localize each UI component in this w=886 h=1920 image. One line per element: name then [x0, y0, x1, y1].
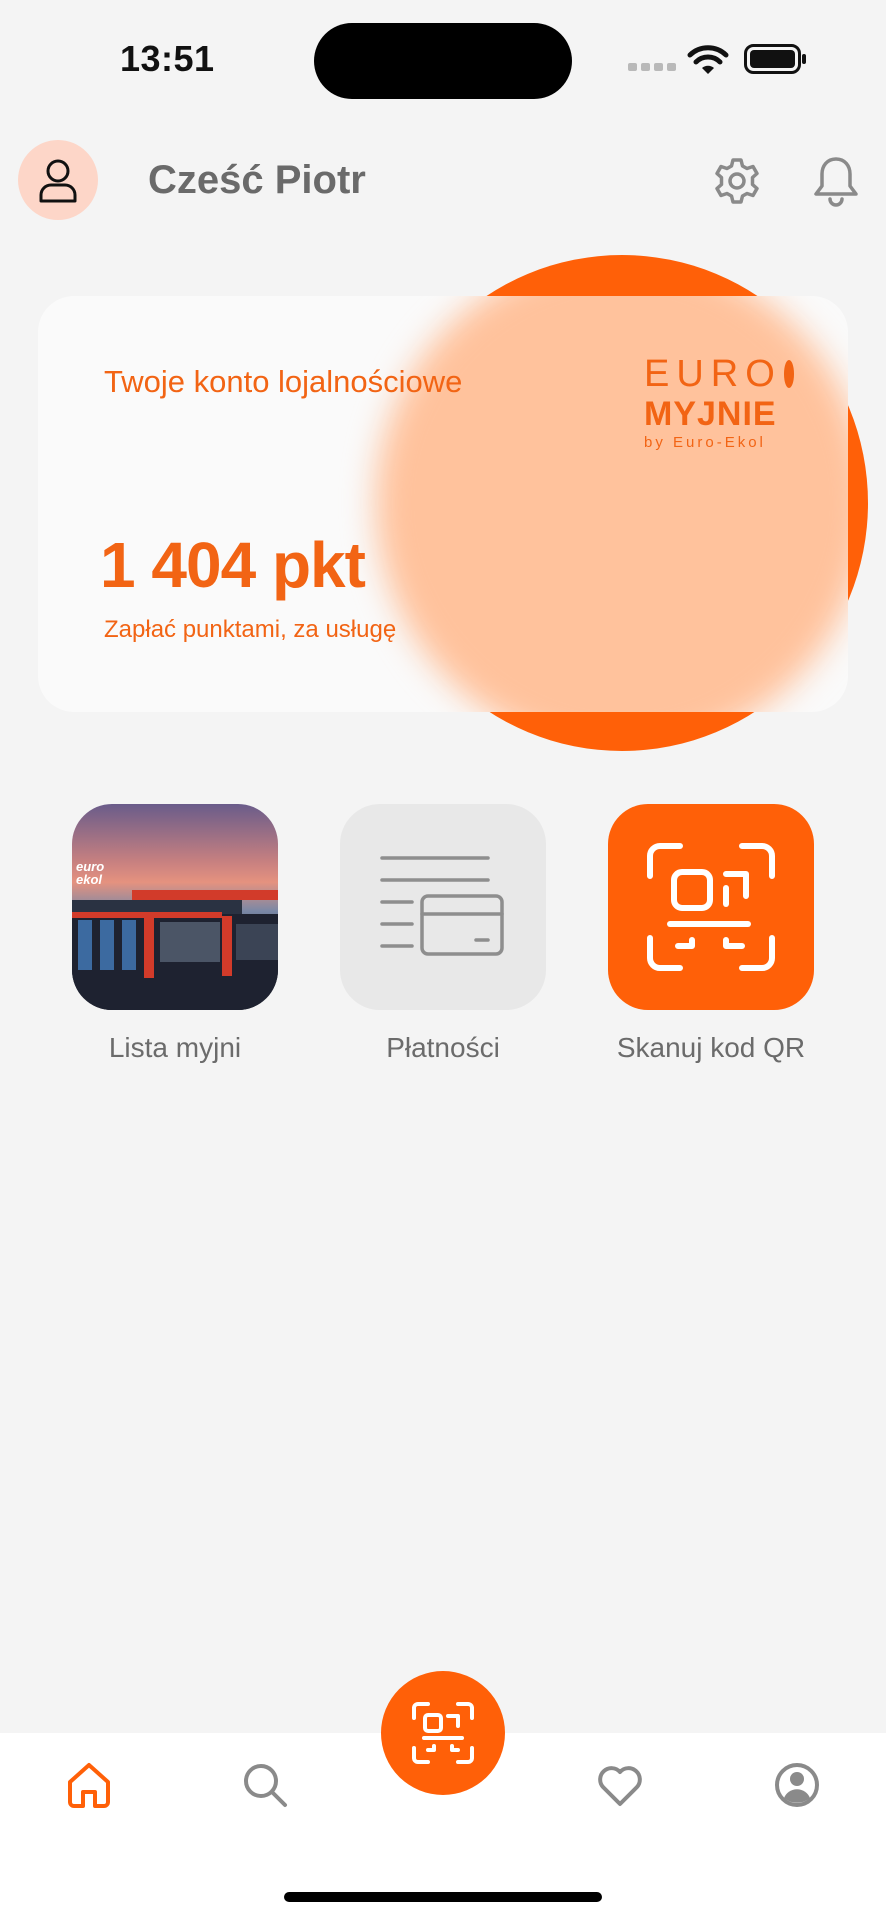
- notifications-bell-icon[interactable]: [810, 154, 862, 208]
- search-icon[interactable]: [240, 1760, 290, 1810]
- wifi-icon: [687, 45, 729, 74]
- settings-gear-icon[interactable]: [712, 156, 762, 206]
- payments-tile[interactable]: [340, 804, 546, 1010]
- user-avatar-button[interactable]: [18, 140, 98, 220]
- loyalty-card[interactable]: Twoje konto lojalnościowe EURO MYJNIE by…: [38, 296, 848, 712]
- scan-qr-tile[interactable]: [608, 804, 814, 1010]
- dynamic-island: [314, 23, 572, 99]
- status-time: 13:51: [120, 38, 215, 79]
- car-wash-photo: [72, 890, 278, 1010]
- euro-myjnie-logo: EURO MYJNIE by Euro-Ekol: [644, 354, 794, 451]
- tile-photo-brand-text: euro ekol: [76, 859, 105, 887]
- car-wash-list-label: Lista myjni: [108, 1032, 242, 1063]
- loyalty-card-title: Twoje konto lojalnościowe: [104, 364, 463, 399]
- battery-icon: [744, 44, 806, 74]
- cellular-signal-icon: [628, 63, 676, 73]
- home-header: Cześć Piotr: [0, 130, 886, 230]
- qr-scan-icon: [647, 843, 775, 971]
- loyalty-points-hint: Zapłać punktami, za usługę: [104, 616, 397, 643]
- qr-scan-icon: [412, 1702, 474, 1764]
- car-wash-list-tile[interactable]: euro ekol: [72, 804, 278, 1010]
- status-bar: 13:51: [0, 0, 886, 120]
- heart-icon[interactable]: [595, 1760, 645, 1810]
- scan-qr-fab-button[interactable]: [381, 1671, 505, 1795]
- payments-label: Płatności: [386, 1032, 500, 1063]
- payment-card-icon: [380, 856, 504, 956]
- scan-qr-label: Skanuj kod QR: [616, 1032, 806, 1063]
- profile-icon[interactable]: [772, 1760, 822, 1810]
- user-icon: [39, 159, 77, 203]
- home-indicator: [284, 1892, 602, 1902]
- home-icon[interactable]: [64, 1760, 114, 1810]
- logo-dot-icon: [783, 360, 794, 388]
- greeting-title: Cześć Piotr: [148, 158, 366, 202]
- loyalty-points: 1 404 pkt: [100, 529, 366, 601]
